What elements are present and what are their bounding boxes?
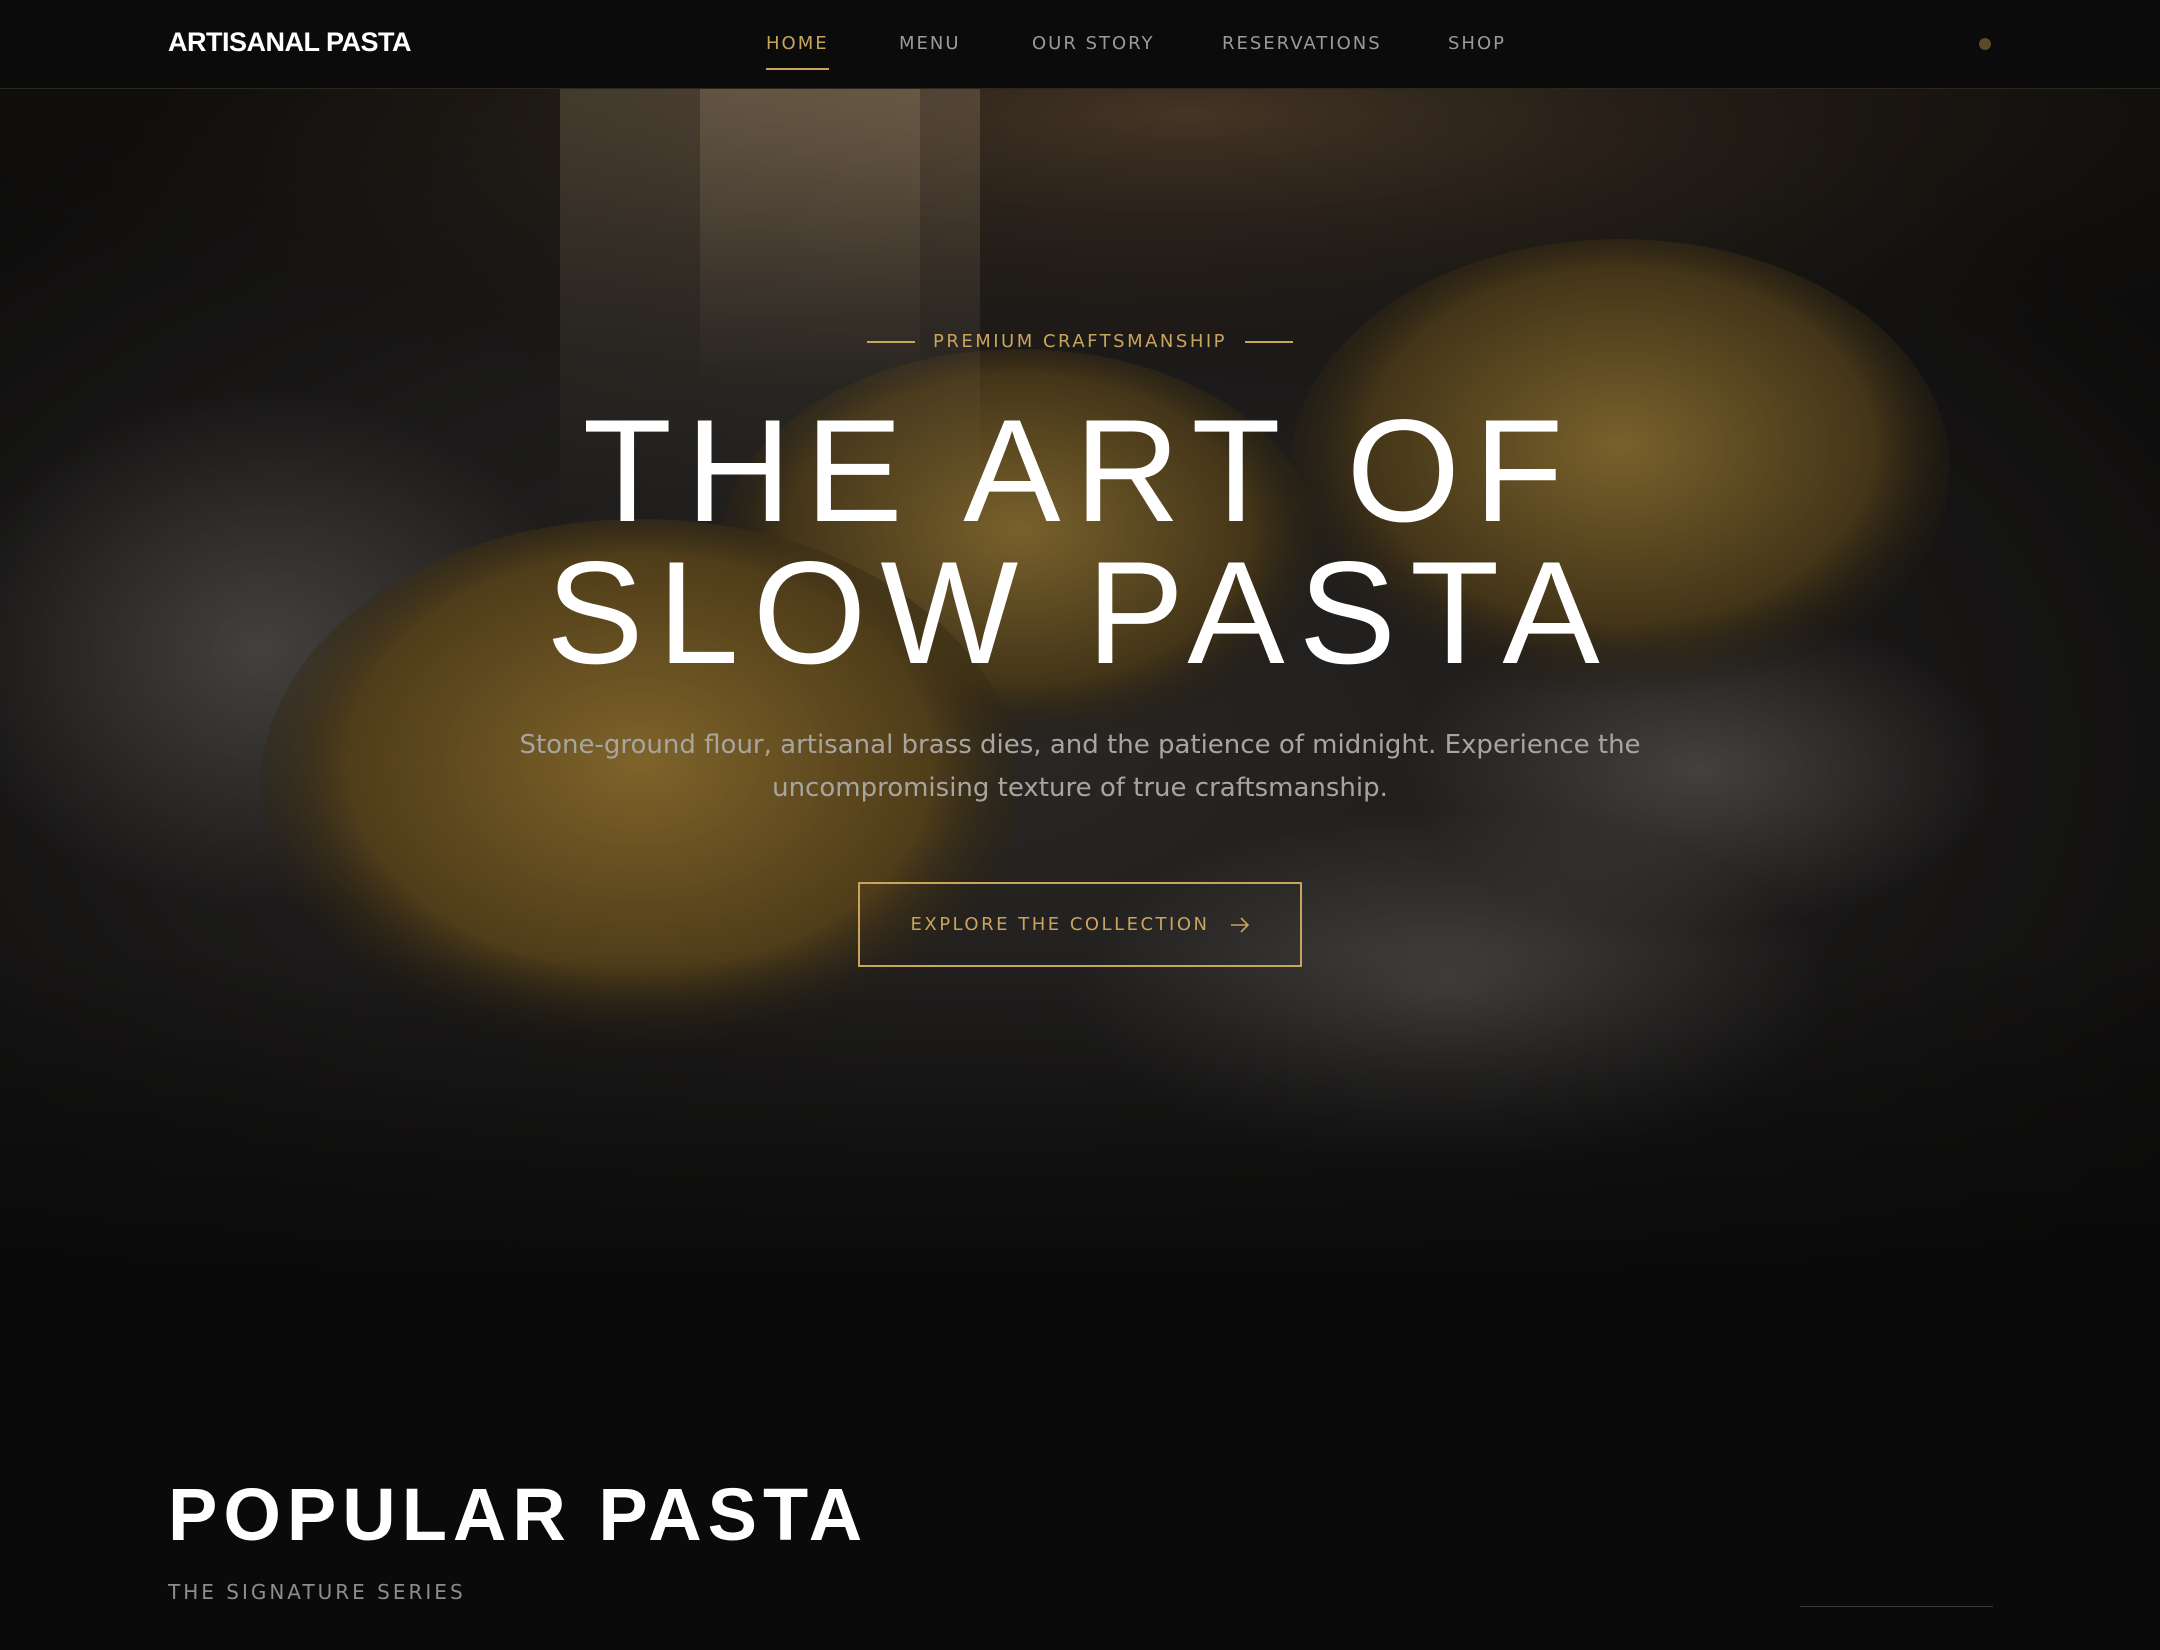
section-title: POPULAR PASTA <box>168 1473 869 1556</box>
explore-collection-button[interactable]: EXPLORE THE COLLECTION <box>858 882 1302 967</box>
nav-item-menu[interactable]: MENU <box>899 33 961 54</box>
nav-item-shop[interactable]: SHOP <box>1448 33 1506 54</box>
cta-label: EXPLORE THE COLLECTION <box>910 914 1210 935</box>
top-navigation: ARTISANAL PASTA HOME MENU OUR STORY RESE… <box>0 0 2160 89</box>
hero-bottom-fade <box>0 949 2160 1289</box>
hero-title-line-1: THE ART OF <box>582 389 1578 552</box>
hero-subtitle: Stone-ground flour, artisanal brass dies… <box>519 730 1641 803</box>
section-divider <box>1800 1606 1993 1607</box>
section-subtitle: THE SIGNATURE SERIES <box>168 1580 466 1604</box>
eyebrow-line-left <box>866 341 915 343</box>
nav-item-our-story[interactable]: OUR STORY <box>1032 33 1155 54</box>
status-dot <box>1979 38 1991 50</box>
arrow-right-icon <box>1230 916 1249 933</box>
hero-title-line-2: SLOW PASTA <box>546 531 1614 694</box>
main-nav: HOME MENU OUR STORY RESERVATIONS SHOP <box>0 0 2160 89</box>
eyebrow-line-right <box>1245 341 1294 343</box>
eyebrow-label: PREMIUM CRAFTSMANSHIP <box>932 331 1228 352</box>
nav-item-home[interactable]: HOME <box>766 33 829 70</box>
nav-item-reservations[interactable]: RESERVATIONS <box>1222 33 1382 54</box>
hero-eyebrow: PREMIUM CRAFTSMANSHIP <box>0 331 2160 352</box>
